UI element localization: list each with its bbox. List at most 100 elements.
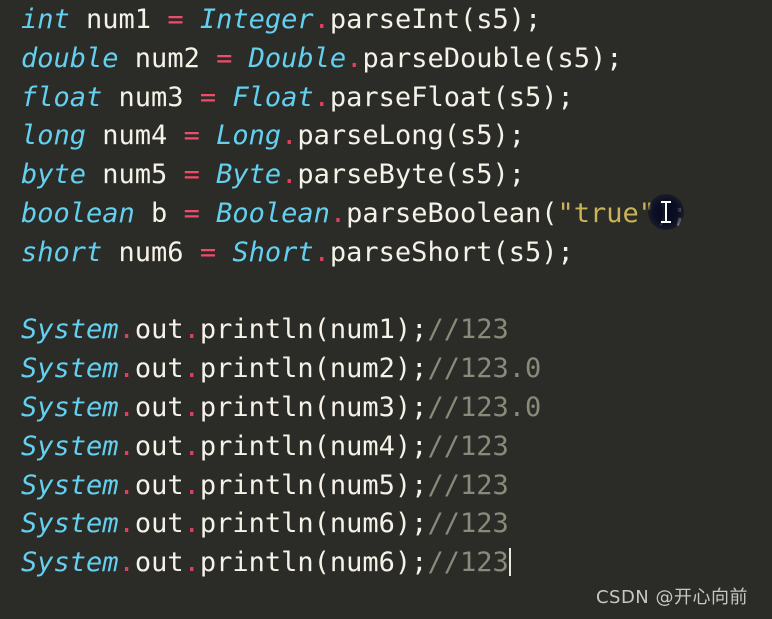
code-token-type: Boolean (216, 197, 330, 229)
code-token-kw: boolean (21, 197, 135, 229)
code-line[interactable]: float num3 = Float.parseFloat(s5); (0, 79, 772, 118)
code-token-dot: . (313, 236, 330, 268)
code-token-dot: . (118, 353, 135, 385)
code-token-comment: //123 (427, 430, 509, 462)
code-token-comment: //123 (427, 508, 509, 540)
code-token-plain: println(num6); (199, 547, 428, 579)
code-token-plain: out (134, 314, 184, 346)
code-line[interactable]: int num1 = Integer.parseInt(s5); (0, 1, 772, 40)
code-line[interactable]: System.out.println(num4);//123 (0, 428, 772, 467)
code-line[interactable]: System.out.println(num6);//123 (0, 544, 772, 583)
code-token-type: System (21, 430, 119, 462)
code-token-dot: . (118, 391, 135, 423)
code-token-plain: b (134, 197, 184, 229)
code-token-op: = (216, 42, 233, 74)
code-token-plain: num2 (118, 42, 217, 74)
code-token-plain: println(num6); (199, 508, 428, 540)
code-token-plain: parseFloat(s5); (329, 81, 574, 113)
code-token-type: Long (216, 120, 282, 152)
code-token-plain: parseInt(s5); (329, 4, 542, 35)
code-token-op: = (199, 236, 217, 268)
code-token-kw: long (21, 120, 87, 152)
code-line[interactable] (0, 273, 772, 312)
code-token-plain: num4 (86, 120, 184, 152)
code-line[interactable]: System.out.println(num1);//123 (0, 311, 772, 350)
code-token-dot: . (118, 314, 135, 346)
code-token-comment: //123 (427, 469, 509, 501)
code-token-op: = (199, 81, 217, 113)
code-token-plain: out (134, 391, 184, 423)
code-token-plain: num5 (86, 159, 184, 191)
code-token-plain: out (134, 430, 184, 462)
code-line[interactable]: System.out.println(num5);//123 (0, 467, 772, 506)
code-line[interactable]: boolean b = Boolean.parseBoolean("true")… (0, 195, 772, 234)
code-token-comment: //123 (427, 314, 509, 346)
code-token-dot: . (118, 469, 135, 501)
code-line[interactable]: short num6 = Short.parseShort(s5); (0, 234, 772, 273)
code-token-type: Byte (216, 159, 282, 191)
code-line[interactable]: byte num5 = Byte.parseByte(s5); (0, 156, 772, 195)
code-token-dot: . (183, 508, 200, 540)
code-token-kw: short (21, 236, 103, 268)
code-token-plain: parseShort(s5); (329, 236, 574, 268)
code-token-dot: . (183, 391, 200, 423)
code-token-dot: . (183, 469, 200, 501)
code-token-type: System (21, 547, 119, 579)
code-token-type: System (21, 391, 119, 423)
code-token-str: "true" (557, 197, 656, 229)
code-token-comment: //123 (427, 547, 509, 579)
code-token-type: System (21, 353, 119, 385)
code-token-plain: parseBoolean( (346, 197, 558, 229)
code-token-type: Integer (199, 4, 314, 35)
code-token-dot: . (281, 159, 298, 191)
code-token-dot: . (281, 120, 298, 152)
code-token-type: Float (232, 81, 314, 113)
code-token-kw: float (21, 81, 103, 113)
code-token-plain: ); (655, 197, 688, 229)
text-caret (508, 548, 511, 577)
code-token-plain: println(num1); (199, 314, 428, 346)
code-line[interactable]: System.out.println(num3);//123.0 (0, 389, 772, 428)
code-token-op: = (183, 197, 200, 229)
code-line[interactable]: System.out.println(num2);//123.0 (0, 350, 772, 389)
code-token-plain: out (134, 547, 184, 579)
code-line[interactable]: double num2 = Double.parseDouble(s5); (0, 40, 772, 79)
code-token-type: System (21, 314, 119, 346)
code-token-comment: //123.0 (427, 353, 542, 385)
code-token-dot: . (329, 197, 347, 229)
code-token-dot: . (183, 314, 200, 346)
code-token-type: Double (248, 42, 347, 74)
code-editor[interactable]: int num1 = Integer.parseInt(s5); double n… (0, 0, 772, 619)
code-token-kw: int (21, 4, 70, 35)
code-token-plain: parseByte(s5); (297, 159, 525, 191)
code-token-dot: . (183, 353, 200, 385)
code-token-comment: //123.0 (427, 391, 542, 423)
code-token-kw: double (21, 42, 119, 74)
code-token-dot: . (118, 508, 135, 540)
code-token-type: System (21, 508, 119, 540)
code-token-dot: . (118, 430, 135, 462)
code-token-kw: byte (21, 159, 87, 191)
code-line[interactable]: long num4 = Long.parseLong(s5); (0, 117, 772, 156)
code-token-plain: out (134, 353, 184, 385)
code-token-plain: num1 (69, 4, 168, 35)
code-token-plain: out (134, 508, 184, 540)
code-token-plain: println(num3); (199, 391, 428, 423)
watermark-label: CSDN @开心向前 (595, 587, 748, 608)
code-line[interactable]: System.out.println(num6);//123 (0, 505, 772, 544)
code-token-dot: . (346, 42, 363, 74)
code-token-plain: println(num4); (199, 430, 428, 462)
code-token-dot: . (313, 81, 330, 113)
code-token-op: = (183, 120, 200, 152)
code-lines-container[interactable]: int num1 = Integer.parseInt(s5); double n… (0, 0, 772, 583)
code-token-plain: parseLong(s5); (297, 120, 525, 152)
code-token-plain: num6 (102, 236, 200, 268)
code-token-plain: println(num2); (199, 353, 428, 385)
code-token-type: System (21, 469, 119, 501)
